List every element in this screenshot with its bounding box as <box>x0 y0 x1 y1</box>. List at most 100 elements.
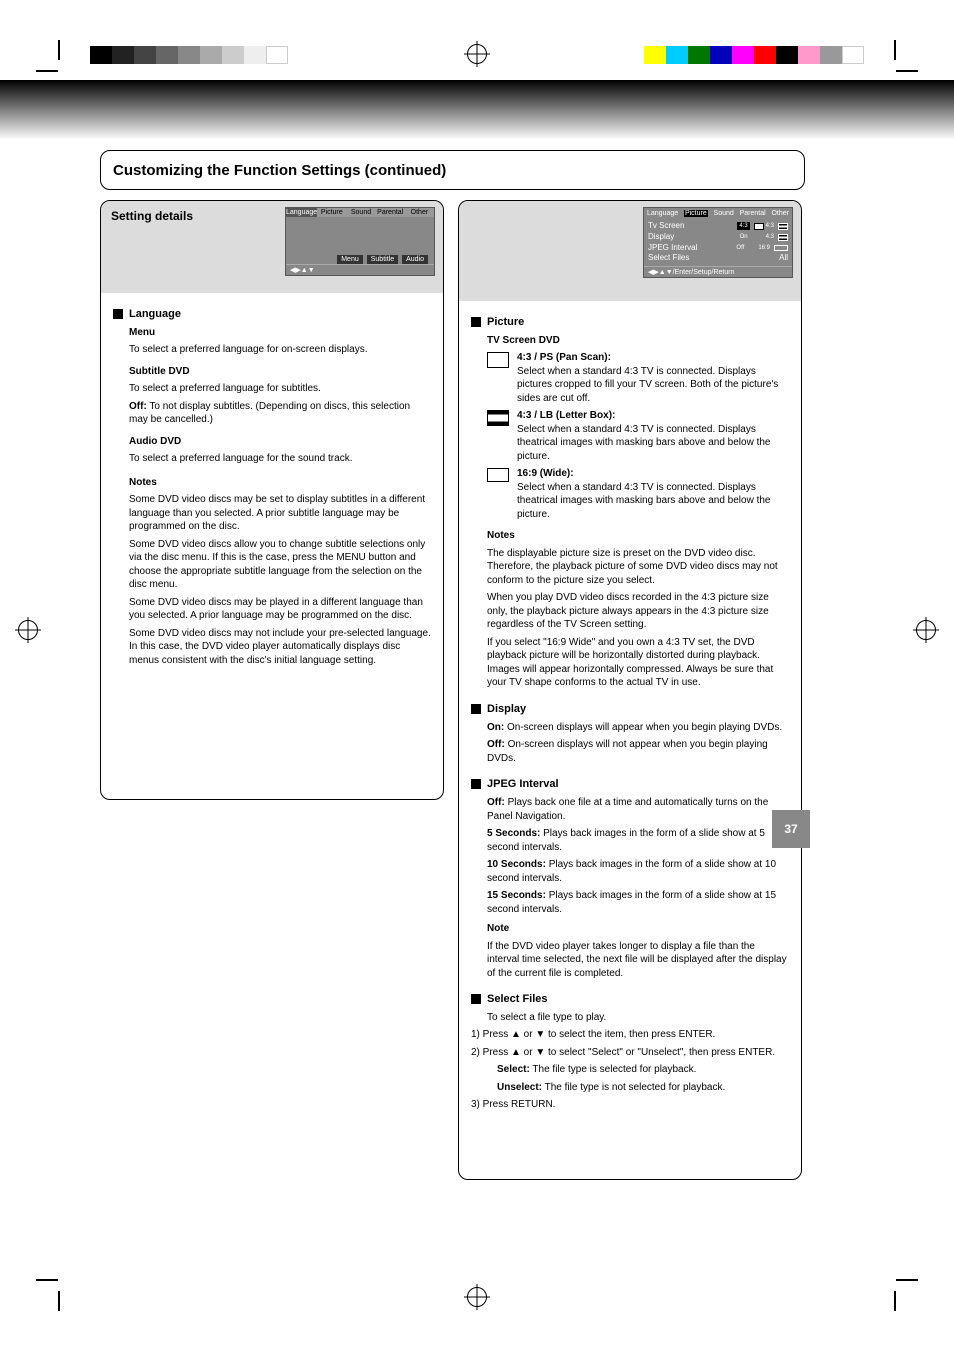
osd-picture: Language Picture Sound Parental Other Tv… <box>643 207 793 278</box>
square-bullet-icon <box>471 317 481 327</box>
osd-label: Display <box>648 232 674 243</box>
selectfiles-text: To select a file type to play. <box>487 1011 789 1025</box>
item-text: To select a preferred language for the s… <box>129 452 431 466</box>
item-text: To select a preferred language for on-sc… <box>129 343 431 357</box>
page-gradient <box>0 80 954 140</box>
tv-lb-icon <box>487 410 509 426</box>
osd-tab: Picture <box>317 208 346 217</box>
osd-language: Language Picture Sound Parental Other Me… <box>285 207 435 276</box>
osd-label: Select Files <box>648 253 689 264</box>
osd-tab: Language <box>286 208 317 217</box>
osd-tab: Picture <box>684 210 708 217</box>
notes-title: Notes <box>129 477 157 488</box>
registration-mark <box>916 620 936 640</box>
page-title-text: Customizing the Function Settings (conti… <box>113 162 446 179</box>
content-area: Customizing the Function Settings (conti… <box>100 150 805 1180</box>
section-display: Display <box>471 702 789 717</box>
jpeg-5: 5 Seconds: <box>487 828 540 839</box>
osd-label: JPEG Interval <box>648 243 697 254</box>
jpeg-off-text: Plays back one file at a time and automa… <box>487 797 768 822</box>
right-column: Language Picture Sound Parental Other Tv… <box>458 200 802 1180</box>
notes-title: Notes <box>487 530 515 541</box>
item-title: Audio DVD <box>129 436 181 447</box>
osd-tab: Other <box>771 210 789 217</box>
crop-mark <box>894 40 896 60</box>
crop-mark <box>896 70 918 72</box>
osd-label: Tv Screen <box>648 221 684 232</box>
note-text: Some DVD video discs allow you to change… <box>129 538 431 592</box>
color-swatches <box>644 46 864 64</box>
jpeg-off: Off: <box>487 797 505 808</box>
opt-text: Select when a standard 4:3 TV is connect… <box>517 365 789 406</box>
grayscale-swatches <box>90 46 288 64</box>
osd-tab: Parental <box>376 208 405 217</box>
note-text: If you select "16:9 Wide" and you own a … <box>487 636 789 690</box>
page: Customizing the Function Settings (conti… <box>0 0 954 1351</box>
osd-submenu: Audio <box>402 255 428 264</box>
osd-value: On <box>740 233 748 241</box>
jpeg-10: 10 Seconds: <box>487 859 546 870</box>
section-picture: Picture <box>471 315 789 330</box>
item-text: To select a preferred language for subti… <box>129 382 431 396</box>
square-bullet-icon <box>471 704 481 714</box>
osd-opt: 16:9 <box>758 244 770 252</box>
crop-mark <box>896 1279 918 1281</box>
item-title: Subtitle DVD <box>129 366 190 377</box>
osd-tab: Sound <box>346 208 375 217</box>
section-selectfiles: Select Files <box>471 992 789 1007</box>
opt-name: (Wide): <box>540 468 574 479</box>
tv-wide-icon <box>487 468 509 482</box>
selectfiles-step1: 1) Press ▲ or ▼ to select the item, then… <box>471 1028 789 1042</box>
tvscreen-title: TV Screen DVD <box>487 335 560 346</box>
jpeg-note-title: Note <box>487 923 509 934</box>
osd-tab: Sound <box>714 210 734 217</box>
crop-mark <box>58 1291 60 1311</box>
osd-opt-b: 4:3 <box>766 233 774 241</box>
left-head: Setting details Language Picture Sound P… <box>101 201 443 293</box>
selectfiles-step3: 3) Press RETURN. <box>471 1098 789 1112</box>
display-off: Off: <box>487 739 505 750</box>
sf-select: Select: <box>497 1064 530 1075</box>
note-text: Some DVD video discs may not include you… <box>129 627 431 668</box>
osd-opt: 4:3 <box>737 222 749 230</box>
square-bullet-icon <box>113 309 123 319</box>
display-on: On: <box>487 722 504 733</box>
selectfiles-step2: 2) Press ▲ or ▼ to select "Select" or "U… <box>471 1046 789 1060</box>
osd-opt: 4:3 <box>766 222 774 230</box>
sf-unselect-text: The file type is not selected for playba… <box>545 1082 726 1093</box>
note-text: Some DVD video discs may be set to displ… <box>129 493 431 534</box>
selectfiles-title: Select Files <box>487 992 548 1007</box>
jpeg-title: JPEG Interval <box>487 777 559 792</box>
tv-wide-icon <box>774 245 788 251</box>
jpeg-15: 15 Seconds: <box>487 890 546 901</box>
right-head: Language Picture Sound Parental Other Tv… <box>459 201 801 301</box>
osd-tab: Other <box>405 208 434 217</box>
registration-mark <box>18 620 38 640</box>
registration-mark <box>467 1287 487 1307</box>
page-number-tab: 37 <box>772 810 810 848</box>
opt-text: Select when a standard 4:3 TV is connect… <box>517 481 789 522</box>
osd-footer: ◀▶▲▼ <box>286 264 434 275</box>
section-label-text: Language <box>129 307 181 322</box>
crop-mark <box>58 40 60 60</box>
square-bullet-icon <box>471 994 481 1004</box>
sf-unselect: Unselect: <box>497 1082 542 1093</box>
display-off-text: On-screen displays will not appear when … <box>487 739 768 764</box>
section-jpeg: JPEG Interval <box>471 777 789 792</box>
crop-mark <box>36 1279 58 1281</box>
opt-name: (Letter Box): <box>556 410 615 421</box>
page-number: 37 <box>784 822 797 836</box>
jpeg-note-text: If the DVD video player takes longer to … <box>487 940 789 981</box>
item-off-text: To not display subtitles. (Depending on … <box>129 401 410 426</box>
opt-code: 4:3 / PS <box>517 352 553 363</box>
item-off-label: Off: <box>129 401 147 412</box>
tv-lb-icon <box>778 234 788 241</box>
osd-submenu: Subtitle <box>367 255 398 264</box>
left-column: Setting details Language Picture Sound P… <box>100 200 444 800</box>
section-label-text: Picture <box>487 315 524 330</box>
tv-lb-icon <box>778 223 788 230</box>
tv-ps-icon <box>487 352 509 368</box>
left-heading: Setting details <box>111 209 276 224</box>
osd-footer: ◀▶▲▼/Enter/Setup/Return <box>644 266 792 277</box>
crop-mark <box>36 70 58 72</box>
